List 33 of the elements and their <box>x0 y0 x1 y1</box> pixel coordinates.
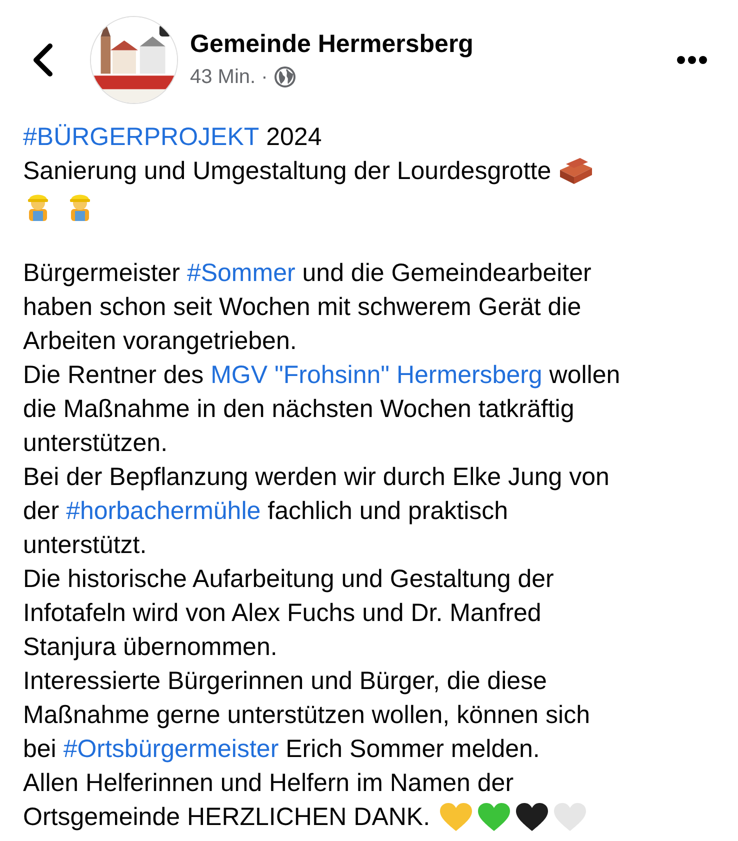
post-text: bei <box>23 734 58 765</box>
globe-icon <box>274 66 296 88</box>
post-text: Maßnahme gerne unterstützen wollen, können sich <box>23 700 590 731</box>
post-text: Bürgermeister <box>23 258 181 289</box>
post-text: wollen <box>548 360 620 391</box>
post-text: Allen Helferinnen und Helfern im Namen der <box>23 768 514 799</box>
hashtag-link[interactable]: #BÜRGERPROJEKT <box>23 120 260 154</box>
brick-icon <box>558 156 594 186</box>
page-name[interactable]: Gemeinde Hermersberg <box>190 28 676 60</box>
post-time: 43 Min. · <box>190 65 268 90</box>
post-text: Erich Sommer melden. <box>284 734 540 765</box>
post-text: Arbeiten vorangetrieben. <box>23 326 297 357</box>
post-text: und die Gemeindearbeiter <box>301 258 592 289</box>
post-text: haben schon seit Wochen mit schwerem Gerät die <box>23 292 582 323</box>
hashtag-link[interactable]: #horbachermühle <box>66 494 261 528</box>
post-text: Die Rentner des <box>23 360 205 391</box>
post-text: unterstützen. <box>23 428 168 459</box>
more-options-icon[interactable] <box>676 55 708 65</box>
post-text: der <box>23 496 60 527</box>
hashtag-link[interactable]: #Ortsbürgermeister <box>63 732 279 766</box>
hashtag-link[interactable]: #Sommer <box>186 256 296 290</box>
post-text: unterstützt. <box>23 530 147 561</box>
post-text: Infotafeln wird von Alex Fuchs und Dr. Manfred <box>23 598 542 629</box>
hashtag-link[interactable]: MGV "Frohsinn" Hermersberg <box>210 358 542 392</box>
post-text: Sanierung und Umgestaltung der Lourdesgrotte <box>23 156 552 187</box>
post-text: die Maßnahme in den nächsten Wochen tatkräftig <box>23 394 574 425</box>
post-text: Die historische Aufarbeitung und Gestaltung der <box>23 564 554 595</box>
post-text: Stanjura übernommen. <box>23 632 278 663</box>
post-text: 2024 <box>265 122 322 153</box>
post-text: Ortsgemeinde HERZLICHEN DANK. <box>23 802 432 833</box>
post-text: Interessierte Bürgerinnen und Bürger, die diese <box>23 666 547 697</box>
post-text: Bei der Bepflanzung werden wir durch Elke Jung von <box>23 462 610 493</box>
post-text: fachlich und praktisch <box>266 496 508 527</box>
